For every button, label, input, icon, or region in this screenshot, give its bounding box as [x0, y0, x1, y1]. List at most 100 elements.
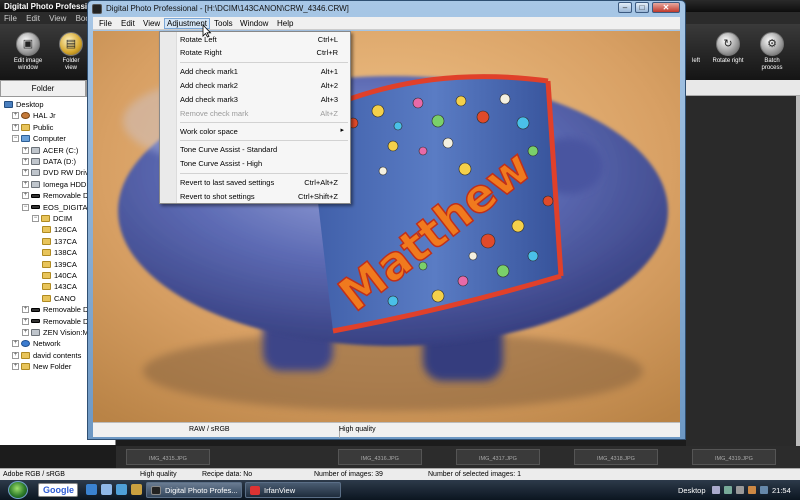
folder-icon: [42, 226, 51, 234]
rotate-right-button[interactable]: ↻ Rotate right: [706, 32, 750, 65]
tree-expander-icon[interactable]: +: [22, 169, 29, 177]
tree-item[interactable]: − EOS_DIGITAL (: [22, 202, 96, 213]
taskbar-clock[interactable]: 21:54: [772, 486, 791, 495]
tree-item[interactable]: + Network: [12, 338, 61, 349]
menu-help[interactable]: Help: [274, 18, 296, 29]
tree-item[interactable]: 137CA: [42, 236, 77, 247]
tree-expander-icon[interactable]: −: [12, 135, 19, 143]
tree-item[interactable]: 126CA: [42, 224, 77, 235]
menu-item-work-color-space[interactable]: Work color space ▸: [177, 125, 350, 137]
tray-volume-icon[interactable]: [736, 486, 744, 494]
tree-expander-icon[interactable]: +: [22, 192, 29, 200]
ie-icon[interactable]: [86, 484, 97, 495]
folder-tab[interactable]: Folder: [0, 80, 86, 97]
menu-item-add-check-mark3[interactable]: Add check mark3 Alt+3: [177, 93, 350, 105]
maximize-button[interactable]: □: [635, 2, 649, 13]
bg-menu-file[interactable]: File: [4, 14, 17, 23]
status-window-quality: High quality: [339, 426, 376, 433]
tree-expander-icon[interactable]: +: [22, 180, 29, 188]
tree-item[interactable]: + HAL Jr: [12, 110, 56, 121]
window-title-bar[interactable]: Digital Photo Professional - [H:\DCIM\14…: [88, 1, 685, 17]
tree-item[interactable]: 143CA: [42, 281, 77, 292]
status-raw-mode: RAW / sRGB: [189, 426, 230, 433]
task-irfanview[interactable]: IrfanView: [245, 482, 341, 498]
tree-item[interactable]: + ACER (C:): [22, 145, 78, 156]
tree-expander-icon[interactable]: +: [12, 340, 19, 348]
tree-item[interactable]: Desktop: [4, 99, 44, 110]
tree-item[interactable]: + Removable Di: [22, 190, 90, 201]
tree-item[interactable]: + DVD RW Drive: [22, 167, 93, 178]
tree-expander-icon[interactable]: +: [12, 363, 19, 371]
menu-tools[interactable]: Tools: [211, 18, 236, 29]
tree-expander-icon[interactable]: −: [22, 203, 29, 211]
menu-item-add-check-mark1[interactable]: Add check mark1 Alt+1: [177, 65, 350, 77]
menu-file[interactable]: File: [96, 18, 115, 29]
close-button[interactable]: ✕: [652, 2, 680, 13]
tree-item[interactable]: + ZEN Vision:M: [22, 327, 89, 338]
tree-item[interactable]: CANO: [42, 293, 76, 304]
menu-item-revert-shot-settings[interactable]: Revert to shot settings Ctrl+Shift+Z: [177, 190, 350, 202]
status-quality: High quality: [140, 471, 177, 478]
folder-icon: [42, 283, 51, 291]
tree-expander-icon[interactable]: +: [12, 351, 19, 359]
tree-expander-icon[interactable]: +: [12, 123, 19, 131]
desktop-toolbar-label[interactable]: Desktop: [678, 486, 706, 495]
network-icon: [21, 340, 30, 348]
tree-expander-icon[interactable]: +: [22, 306, 29, 314]
folder-icon: [42, 260, 51, 268]
tree-item[interactable]: + Public: [12, 122, 53, 133]
thumbnail[interactable]: IMG_4315.JPG: [126, 449, 210, 465]
tree-item[interactable]: + david contents: [12, 350, 81, 361]
menu-item-revert-last-saved[interactable]: Revert to last saved settings Ctrl+Alt+Z: [177, 176, 350, 188]
drive-icon: [31, 329, 40, 336]
tree-expander-icon[interactable]: +: [22, 158, 29, 165]
tree-item[interactable]: 140CA: [42, 270, 77, 281]
explorer-icon[interactable]: [131, 484, 142, 495]
folder-icon: [42, 237, 51, 245]
start-button-icon[interactable]: [8, 481, 28, 499]
thumbnail[interactable]: IMG_4317.JPG: [456, 449, 540, 465]
show-desktop-icon[interactable]: [101, 484, 112, 495]
tree-item[interactable]: − DCIM: [32, 213, 72, 224]
menu-window[interactable]: Window: [237, 18, 271, 29]
tree-expander-icon[interactable]: +: [22, 146, 29, 154]
tree-item[interactable]: + Removable Di: [22, 304, 90, 315]
task-digital-photo-professional[interactable]: Digital Photo Profes...: [146, 482, 242, 498]
tree-item[interactable]: + DATA (D:): [22, 156, 76, 167]
thumbnail[interactable]: IMG_4319.JPG: [692, 449, 776, 465]
menu-item-tone-curve-high[interactable]: Tone Curve Assist - High: [177, 157, 350, 169]
tree-item[interactable]: 138CA: [42, 247, 77, 258]
tray-device-icon[interactable]: [760, 486, 768, 494]
tree-item-label: 126CA: [54, 225, 77, 235]
tree-expander-icon[interactable]: +: [22, 317, 29, 325]
tray-power-icon[interactable]: [748, 486, 756, 494]
batch-process-button[interactable]: ⚙ Batch process: [750, 32, 794, 72]
window-title: Digital Photo Professional - [H:\DCIM\14…: [106, 4, 349, 13]
bg-menu-view[interactable]: View: [49, 14, 66, 23]
minimize-button[interactable]: –: [618, 2, 632, 13]
menu-view[interactable]: View: [140, 18, 163, 29]
tree-item[interactable]: + Iomega HDD (: [22, 179, 91, 190]
tree-item[interactable]: + New Folder: [12, 361, 71, 372]
bg-menu-edit[interactable]: Edit: [26, 14, 40, 23]
tree-expander-icon[interactable]: −: [32, 215, 39, 222]
menu-icon-gutter: [160, 32, 177, 203]
thumbnail[interactable]: IMG_4316.JPG: [338, 449, 422, 465]
tree-item[interactable]: + Removable Di: [22, 316, 90, 327]
menu-item-add-check-mark2[interactable]: Add check mark2 Alt+2: [177, 79, 350, 91]
thumbnail[interactable]: IMG_4318.JPG: [574, 449, 658, 465]
tray-arrow-icon[interactable]: [712, 486, 720, 494]
switch-windows-icon[interactable]: [116, 484, 127, 495]
menu-item-tone-curve-standard[interactable]: Tone Curve Assist - Standard: [177, 143, 350, 155]
google-search-box[interactable]: Google: [38, 483, 78, 497]
menu-item-rotate-right[interactable]: Rotate Right Ctrl+R: [177, 46, 350, 58]
mouse-cursor-icon: [202, 24, 212, 38]
tray-network-icon[interactable]: [724, 486, 732, 494]
edit-image-window-button[interactable]: ▣ Edit image window: [6, 32, 50, 72]
tree-expander-icon[interactable]: +: [12, 112, 19, 120]
right-scrollbar[interactable]: [796, 96, 800, 446]
tree-item[interactable]: 139CA: [42, 259, 77, 270]
menu-edit[interactable]: Edit: [118, 18, 138, 29]
tree-expander-icon[interactable]: +: [22, 329, 29, 336]
tree-item[interactable]: − Computer: [12, 133, 66, 144]
